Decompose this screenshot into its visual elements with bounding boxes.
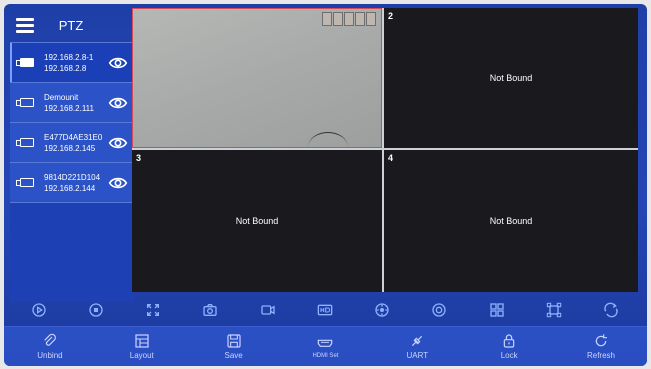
cell-number: 4 [388,153,394,163]
menu-icon[interactable] [16,17,38,33]
stop-icon[interactable] [87,301,105,319]
paperclip-icon [44,333,56,346]
eye-icon[interactable] [108,53,128,73]
device-item[interactable]: 192.168.2.8-1 192.168.2.8 [10,43,134,83]
sidebar-header: PTZ [10,8,134,42]
video-grid: 2 Not Bound 3 Not Bound 4 Not Bound [132,8,638,292]
unbind-label: Unbind [37,351,63,360]
cell-status: Not Bound [489,216,533,226]
device-name: Demounit [44,92,79,102]
ptz-joystick-icon[interactable] [373,301,391,319]
cell-number: 3 [136,153,142,163]
refresh-icon [595,334,607,347]
camera-icon [16,58,34,67]
lock-label: Lock [500,351,518,360]
app-window: PTZ 192.168.2.8-1 192.168.2.8 Demounit 1… [4,4,647,366]
bottom-bar: Unbind Layout Save HDMI Set UART Lock Re… [4,326,647,366]
lock-icon [503,334,515,348]
video-cell[interactable]: 2 Not Bound [384,8,638,148]
eye-icon[interactable] [108,173,128,193]
fullscreen-icon[interactable] [144,301,162,319]
hdmi-set-button[interactable]: HDMI Set [290,335,360,359]
crop-icon[interactable] [545,301,563,319]
refresh-label: Refresh [586,351,615,360]
sidebar-empty-area [10,203,134,302]
hdmi-set-label: HDMI Set [312,352,339,359]
camera-icon [16,98,34,107]
camera-feed-scene [322,12,376,26]
snapshot-icon[interactable] [201,301,219,319]
video-cell[interactable]: 4 Not Bound [384,150,638,292]
record-icon[interactable] [259,301,277,319]
device-item[interactable]: 9814D221D104 192.168.2.144 [10,163,134,203]
device-ip: 192.168.2.8 [44,63,87,73]
device-name: 192.168.2.8-1 [44,52,94,62]
device-name: 9814D221D104 [44,172,101,182]
uart-label: UART [406,351,429,360]
focus-icon[interactable] [430,301,448,319]
device-item[interactable]: E477D4AE31E0 192.168.2.145 [10,123,134,163]
device-ip: 192.168.2.144 [44,183,96,193]
sidebar-title: PTZ [58,17,84,33]
play-icon[interactable] [30,301,48,319]
cell-status: Not Bound [489,73,533,83]
camera-feed-object [308,132,348,148]
device-ip: 192.168.2.111 [44,103,94,113]
grid-layout-icon[interactable] [488,301,506,319]
save-button[interactable]: Save [199,333,269,360]
device-item[interactable]: Demounit 192.168.2.111 [10,83,134,123]
hd-icon[interactable] [316,301,334,319]
camera-icon [16,178,34,187]
layout-label: Layout [129,351,154,360]
control-toolbar [10,296,640,324]
video-cell[interactable]: 3 Not Bound [132,150,382,292]
refresh-button[interactable]: Refresh [566,333,636,360]
plug-icon [412,335,423,347]
camera-icon [16,138,34,147]
device-sidebar: PTZ 192.168.2.8-1 192.168.2.8 Demounit 1… [10,8,134,302]
save-icon [227,334,241,348]
video-cell[interactable] [132,8,382,148]
eye-icon[interactable] [108,93,128,113]
layout-button[interactable]: Layout [107,333,177,360]
eye-icon[interactable] [108,133,128,153]
uart-button[interactable]: UART [382,333,452,360]
device-list: 192.168.2.8-1 192.168.2.8 Demounit 192.1… [10,42,134,203]
unbind-button[interactable]: Unbind [15,333,85,360]
save-label: Save [224,351,243,360]
rotate-icon[interactable] [602,301,620,319]
device-ip: 192.168.2.145 [44,143,96,153]
layout-icon [135,334,149,348]
cell-status: Not Bound [235,216,279,226]
cell-number: 2 [388,11,394,21]
device-name: E477D4AE31E0 [44,132,103,142]
hdmi-icon [318,339,333,347]
lock-button[interactable]: Lock [474,333,544,360]
